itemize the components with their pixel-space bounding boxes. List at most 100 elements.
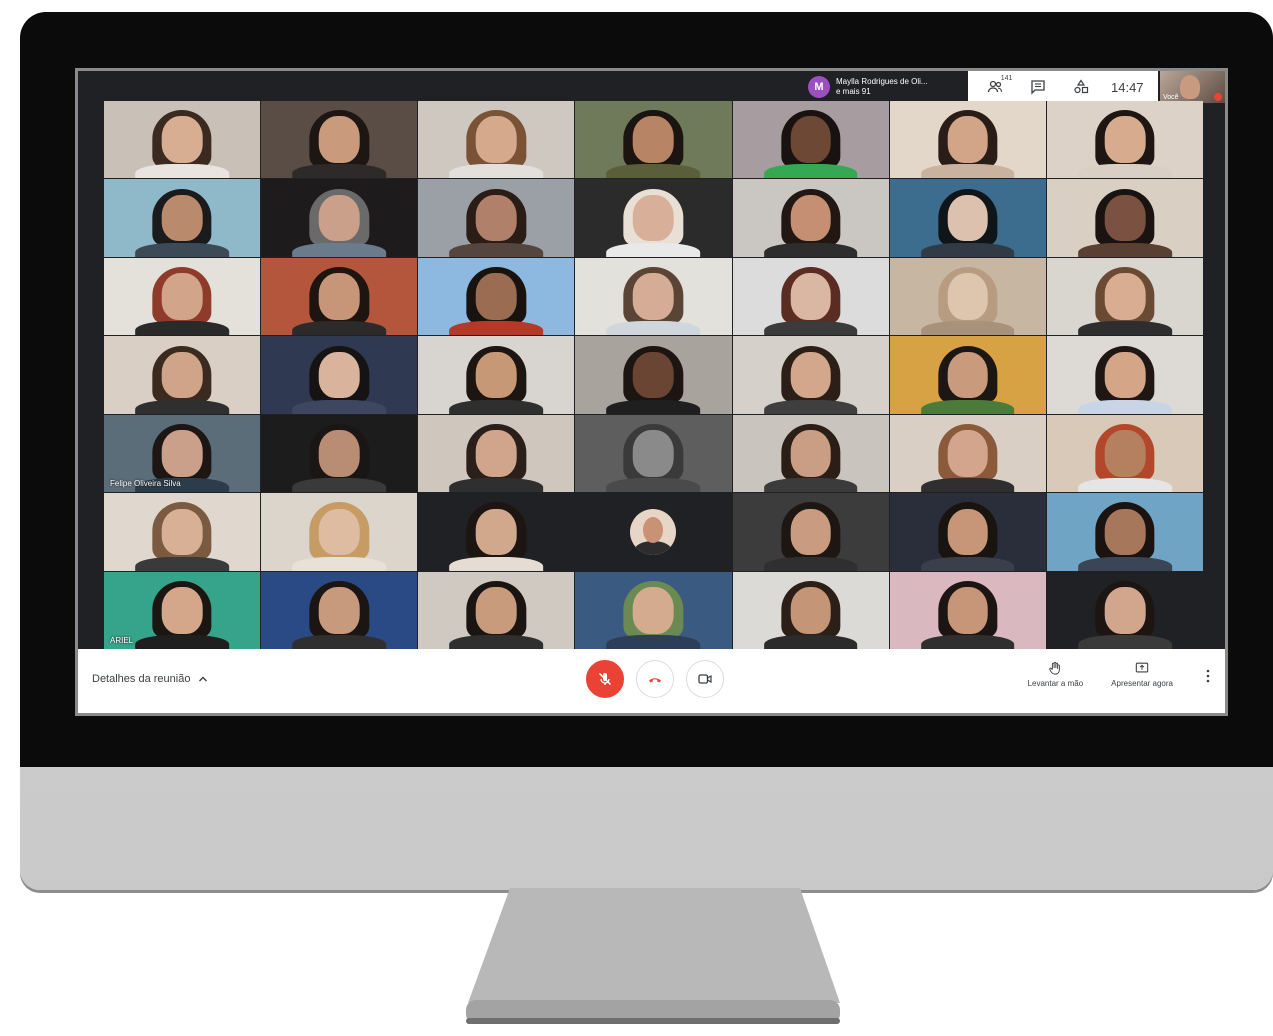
raise-hand-button[interactable]: Levantar a mão xyxy=(1028,661,1083,688)
participant-tile[interactable] xyxy=(575,179,732,257)
participant-face xyxy=(161,430,203,477)
participant-name-label: Felipe Oliveira Silva xyxy=(110,479,181,489)
participant-torso xyxy=(292,242,387,257)
participant-torso xyxy=(920,321,1015,336)
participant-tile[interactable] xyxy=(418,101,575,179)
participant-tile[interactable] xyxy=(418,336,575,414)
participant-face xyxy=(790,273,831,320)
participant-face xyxy=(476,508,517,556)
participant-face xyxy=(318,351,360,399)
participant-tile[interactable] xyxy=(889,493,1046,571)
participant-tile[interactable] xyxy=(104,336,261,414)
mic-toggle-button[interactable] xyxy=(586,660,624,698)
participant-tile[interactable] xyxy=(261,571,418,649)
participant-torso xyxy=(763,556,858,571)
participant-face xyxy=(476,116,517,163)
participant-torso xyxy=(763,478,858,493)
participant-tile[interactable] xyxy=(418,179,575,257)
participant-face xyxy=(476,194,517,242)
participant-torso xyxy=(135,242,229,257)
participant-tile[interactable] xyxy=(732,257,889,336)
participant-face xyxy=(1104,194,1146,242)
participant-face xyxy=(476,273,517,320)
participant-tile[interactable] xyxy=(261,493,418,571)
participant-tile[interactable] xyxy=(418,414,575,493)
more-options-button[interactable] xyxy=(1201,661,1215,691)
participant-tile[interactable] xyxy=(889,414,1046,493)
participant-torso xyxy=(920,164,1015,179)
participant-tile[interactable] xyxy=(889,257,1046,336)
participant-torso xyxy=(135,556,229,571)
participant-tile[interactable] xyxy=(575,101,732,179)
participant-tile[interactable] xyxy=(575,414,732,493)
participant-tile[interactable] xyxy=(1046,336,1203,414)
participant-tile[interactable] xyxy=(732,101,889,179)
participant-tile[interactable]: Felipe Oliveira Silva xyxy=(104,414,261,493)
self-view-thumbnail[interactable]: Você xyxy=(1160,71,1225,103)
participant-face xyxy=(161,587,203,634)
chat-button[interactable] xyxy=(1025,75,1051,99)
participant-face xyxy=(633,194,674,242)
participant-torso xyxy=(135,321,229,336)
participant-tile[interactable] xyxy=(418,493,575,571)
participant-tile[interactable] xyxy=(1046,493,1203,571)
participant-tile[interactable] xyxy=(104,257,261,336)
participant-tile[interactable] xyxy=(418,571,575,649)
participant-tile[interactable] xyxy=(732,493,889,571)
participant-tile[interactable] xyxy=(575,571,732,649)
participant-tile[interactable] xyxy=(261,101,418,179)
self-face xyxy=(1180,75,1200,99)
hang-up-button[interactable] xyxy=(636,660,674,698)
participant-torso xyxy=(763,635,858,649)
participant-tile[interactable] xyxy=(575,493,732,571)
participant-tile[interactable] xyxy=(261,336,418,414)
hang-up-icon xyxy=(649,678,661,683)
participant-tile[interactable] xyxy=(1046,414,1203,493)
participant-tile[interactable] xyxy=(261,179,418,257)
participant-tile[interactable] xyxy=(732,179,889,257)
participant-tile[interactable] xyxy=(575,257,732,336)
participant-face xyxy=(161,508,203,556)
participant-tile[interactable] xyxy=(104,179,261,257)
participant-torso xyxy=(449,478,544,493)
participant-tile[interactable] xyxy=(1046,257,1203,336)
participant-tile[interactable]: ARIEL xyxy=(104,571,261,649)
participant-face xyxy=(1104,351,1146,399)
participant-face xyxy=(476,351,517,399)
participants-button[interactable]: 141 xyxy=(982,75,1012,99)
participant-torso xyxy=(1078,478,1172,493)
participant-tile[interactable] xyxy=(1046,179,1203,257)
participant-tile[interactable] xyxy=(889,179,1046,257)
participant-name-label: ARIEL xyxy=(110,636,134,645)
participant-tile[interactable] xyxy=(889,571,1046,649)
participant-tile[interactable] xyxy=(104,101,261,179)
participant-face xyxy=(1104,508,1146,556)
participant-torso xyxy=(606,399,701,414)
participant-torso xyxy=(1078,321,1172,336)
participant-tile[interactable] xyxy=(732,336,889,414)
participant-face xyxy=(318,194,360,242)
avatar-face xyxy=(643,516,664,543)
participant-tile[interactable] xyxy=(261,257,418,336)
participant-face xyxy=(790,116,831,163)
participant-torso xyxy=(1078,164,1172,179)
participant-torso xyxy=(920,399,1015,414)
meeting-details-button[interactable]: Detalhes da reunião xyxy=(92,673,208,685)
participant-tile[interactable] xyxy=(732,414,889,493)
participant-tile[interactable] xyxy=(104,493,261,571)
participant-face xyxy=(161,351,203,399)
participant-face xyxy=(318,430,360,477)
participant-tile[interactable] xyxy=(418,257,575,336)
participant-tile[interactable] xyxy=(889,101,1046,179)
topbar-actions: 141 14:47 xyxy=(968,71,1158,103)
participant-tile[interactable] xyxy=(261,414,418,493)
present-now-button[interactable]: Apresentar agora xyxy=(1111,661,1173,688)
activities-button[interactable] xyxy=(1068,75,1094,99)
participant-tile[interactable] xyxy=(575,336,732,414)
participant-torso xyxy=(920,635,1015,649)
participant-tile[interactable] xyxy=(1046,571,1203,649)
participant-tile[interactable] xyxy=(1046,101,1203,179)
participant-tile[interactable] xyxy=(732,571,889,649)
participant-tile[interactable] xyxy=(889,336,1046,414)
camera-toggle-button[interactable] xyxy=(686,660,724,698)
